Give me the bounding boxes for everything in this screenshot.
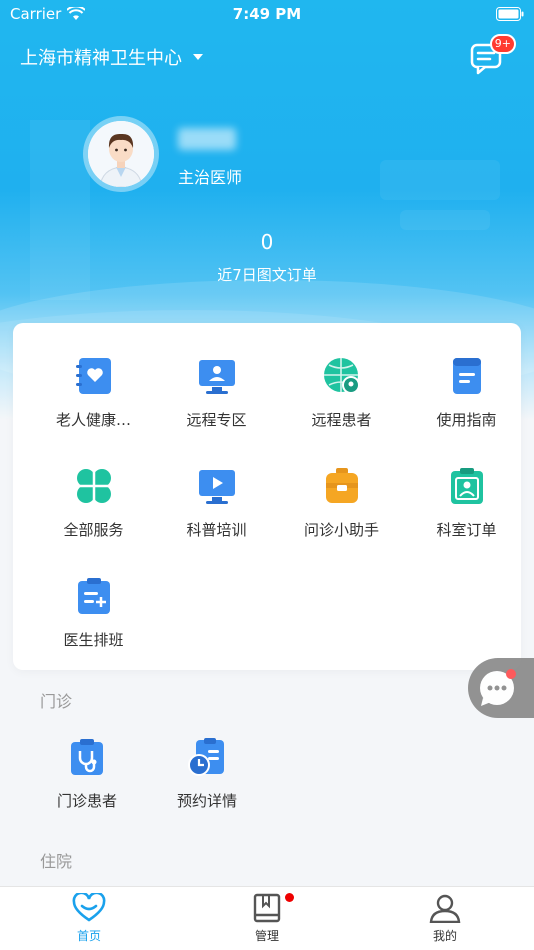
service-label: 远程患者 xyxy=(311,411,372,429)
hospital-selector[interactable]: 上海市精神卫生中心 xyxy=(20,44,204,70)
service-label: 使用指南 xyxy=(436,411,497,429)
status-bar: Carrier 7:49 PM xyxy=(0,0,534,30)
service-schedule[interactable]: 医生排班 xyxy=(30,575,157,650)
outpatient-patients[interactable]: 门诊患者 xyxy=(32,736,142,811)
tab-home[interactable]: 首页 xyxy=(29,893,149,944)
doctor-name-redacted xyxy=(178,128,236,150)
service-label: 远程专区 xyxy=(186,411,247,429)
person-icon xyxy=(429,894,461,923)
schedule-icon xyxy=(77,578,110,614)
tab-manage[interactable]: 管理 xyxy=(207,893,327,944)
manage-notification-dot xyxy=(285,893,294,902)
tab-label: 我的 xyxy=(432,929,457,943)
service-label: 老人健康… xyxy=(55,411,131,429)
home-heart-icon xyxy=(72,893,106,922)
services-card: 老人健康… 远程专区 远程患者 使用指南 全部服务 科普培训 问诊小助手 科室订… xyxy=(13,323,521,670)
remote-patient-icon xyxy=(323,358,360,394)
doctor-role: 主治医师 xyxy=(178,168,243,187)
tab-label: 首页 xyxy=(76,929,101,943)
tab-bar: 首页 管理 我的 xyxy=(0,886,534,950)
service-assistant[interactable]: 问诊小助手 xyxy=(278,465,405,540)
chat-bubble-icon xyxy=(480,669,516,706)
service-guide[interactable]: 使用指南 xyxy=(403,355,530,430)
appointment-details-label: 预约详情 xyxy=(176,792,237,810)
outpatient-section-title: 门诊 xyxy=(40,692,73,711)
appointment-icon xyxy=(188,738,224,776)
department-order-icon xyxy=(450,468,483,504)
service-remote-patient[interactable]: 远程患者 xyxy=(278,355,405,430)
tab-mine[interactable]: 我的 xyxy=(385,893,505,944)
service-training[interactable]: 科普培训 xyxy=(153,465,280,540)
remote-zone-icon xyxy=(198,360,235,394)
service-dept-orders[interactable]: 科室订单 xyxy=(403,465,530,540)
floating-chat-button[interactable] xyxy=(468,658,534,718)
caret-down-icon xyxy=(193,54,203,60)
elder-health-icon xyxy=(75,358,111,394)
doctor-avatar-icon xyxy=(88,121,154,187)
outpatient-icon xyxy=(71,739,103,775)
message-badge: 9+ xyxy=(489,34,516,54)
outpatient-patients-label: 门诊患者 xyxy=(56,792,117,810)
battery-icon xyxy=(496,7,524,21)
service-label: 医生排班 xyxy=(63,631,124,649)
all-services-icon xyxy=(76,469,111,503)
appointment-details[interactable]: 预约详情 xyxy=(152,736,262,811)
orders-label: 近7日图文订单 xyxy=(217,266,317,284)
assistant-icon xyxy=(325,468,358,503)
guide-icon xyxy=(452,358,481,394)
clock: 7:49 PM xyxy=(232,5,302,23)
service-label: 科室订单 xyxy=(436,521,497,539)
book-icon xyxy=(253,893,281,923)
training-video-icon xyxy=(198,470,235,504)
orders-count[interactable]: 0 xyxy=(0,230,534,254)
service-elder-health[interactable]: 老人健康… xyxy=(30,355,157,430)
service-all[interactable]: 全部服务 xyxy=(30,465,157,540)
service-label: 全部服务 xyxy=(63,521,124,539)
service-label: 科普培训 xyxy=(186,521,247,539)
hospital-name: 上海市精神卫生中心 xyxy=(20,48,182,69)
inpatient-section-title: 住院 xyxy=(40,852,73,871)
service-label: 问诊小助手 xyxy=(303,521,379,539)
service-remote-zone[interactable]: 远程专区 xyxy=(153,355,280,430)
tab-label: 管理 xyxy=(254,929,279,943)
messages-button[interactable]: 9+ xyxy=(468,34,516,78)
avatar[interactable] xyxy=(83,116,159,192)
